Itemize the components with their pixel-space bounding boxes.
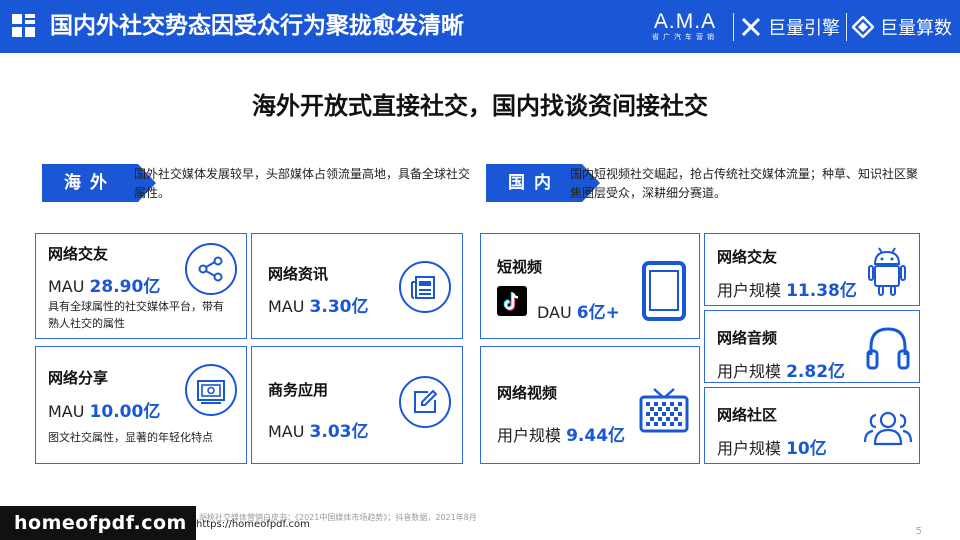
domestic-tag: 国内	[486, 164, 600, 202]
ama-logo-text: A.M.A	[653, 10, 717, 33]
slide-subtitle: 海外开放式直接社交，国内找谈资间接社交	[252, 92, 708, 120]
metric-value: 9.44亿	[566, 426, 626, 446]
domestic-card-audio: 网络音频 用户规模 2.82亿	[704, 310, 920, 383]
domestic-card-short-video: 短视频 DAU 6亿+	[480, 233, 700, 339]
card-title: 网络分享	[48, 369, 109, 387]
card-metric: 用户规模 10亿	[717, 434, 827, 459]
metric-label: DAU	[537, 303, 577, 322]
card-metric: MAU 3.03亿	[268, 417, 369, 442]
overseas-card-business: 商务应用 MAU 3.03亿	[251, 346, 463, 464]
card-metric: 用户规模 9.44亿	[497, 421, 625, 446]
card-metric: MAU 3.30亿	[268, 292, 369, 317]
metric-value: 6亿+	[576, 303, 620, 323]
domestic-card-networking: 网络交友 用户规模 11.38亿	[704, 233, 920, 306]
card-metric: 用户规模 11.38亿	[717, 276, 857, 301]
tiktok-icon	[497, 286, 527, 316]
slide: 国内外社交势态因受众行为聚拢愈发清晰 A.M.A 省广汽车营销 巨量引擎 巨量算…	[0, 0, 960, 540]
brand-divider	[733, 13, 734, 41]
brand-divider	[846, 13, 847, 41]
tablet-icon	[642, 261, 686, 321]
card-metric: 用户规模 2.82亿	[717, 357, 845, 382]
ocean-engine-name: 巨量引擎	[768, 17, 840, 39]
tv-icon	[639, 388, 689, 433]
card-title: 网络交友	[48, 245, 109, 263]
card-title: 短视频	[497, 258, 543, 276]
card-title: 网络资讯	[268, 265, 329, 283]
page-number: 5	[915, 526, 922, 537]
metric-label: MAU	[268, 422, 310, 441]
metric-label: MAU	[268, 297, 310, 316]
card-title: 网络社区	[717, 406, 778, 424]
card-note: 具有全球属性的社交媒体平台，带有熟人社交的属性	[48, 300, 224, 330]
watermark: homeofpdf.com	[0, 506, 196, 540]
metric-value: 28.90亿	[89, 277, 161, 297]
ama-logo: A.M.A 省广汽车营销	[652, 0, 718, 53]
grid-logo-icon	[12, 14, 36, 38]
share-icon	[185, 243, 237, 295]
card-metric: MAU 10.00亿	[48, 397, 160, 422]
watermark-url[interactable]: https://homeofpdf.com	[196, 519, 310, 530]
overseas-description: 国外社交媒体发展较早，头部媒体占领流量高地，具备全球社交属性。	[134, 167, 471, 200]
page-title: 国内外社交势态因受众行为聚拢愈发清晰	[50, 13, 464, 39]
header-bar: 国内外社交势态因受众行为聚拢愈发清晰 A.M.A 省广汽车营销 巨量引擎 巨量算…	[0, 0, 960, 53]
overseas-card-news: 网络资讯 MAU 3.30亿	[251, 233, 463, 339]
metric-label: MAU	[48, 402, 90, 421]
metric-value: 10.00亿	[89, 402, 161, 422]
metric-value: 3.30亿	[309, 297, 369, 317]
ocean-data-icon	[852, 15, 874, 38]
android-icon	[868, 247, 906, 296]
metric-label: 用户规模	[497, 426, 567, 445]
ama-logo-subtext: 省广汽车营销	[652, 33, 718, 41]
headphones-icon	[866, 327, 910, 370]
overseas-tag: 海外	[42, 164, 156, 202]
metric-label: 用户规模	[717, 362, 787, 381]
card-title: 网络视频	[497, 384, 558, 402]
card-title: 网络交友	[717, 248, 778, 266]
metric-label: 用户规模	[717, 281, 787, 300]
metric-label: 用户规模	[717, 439, 787, 458]
ocean-data-name: 巨量算数	[880, 17, 952, 39]
metric-value: 2.82亿	[786, 362, 846, 382]
card-metric: DAU 6亿+	[537, 298, 620, 323]
overseas-card-networking: 网络交友 MAU 28.90亿 具有全球属性的社交媒体平台，带有熟人社交的属性	[35, 233, 247, 339]
card-note: 图文社交属性，显著的年轻化特点	[48, 431, 213, 444]
domestic-description: 国内短视频社交崛起，抢占传统社交媒体流量；种草、知识社区聚焦圈层受众，深耕细分赛…	[570, 167, 919, 200]
ocean-data-logo: 巨量算数	[852, 0, 952, 53]
overseas-card-sharing: 网络分享 MAU 10.00亿 图文社交属性，显著的年轻化特点	[35, 346, 247, 464]
card-title: 网络音频	[717, 329, 778, 347]
ocean-engine-logo: 巨量引擎	[740, 0, 840, 53]
ocean-engine-icon	[741, 17, 761, 36]
edit-icon	[399, 376, 451, 428]
community-icon	[863, 411, 913, 446]
photo-icon	[185, 364, 237, 416]
card-metric: MAU 28.90亿	[48, 272, 160, 297]
domestic-card-community: 网络社区 用户规模 10亿	[704, 387, 920, 464]
metric-value: 3.03亿	[309, 422, 369, 442]
card-title: 商务应用	[268, 381, 329, 399]
domestic-card-online-video: 网络视频 用户规模 9.44亿	[480, 346, 700, 464]
metric-label: MAU	[48, 277, 90, 296]
newspaper-icon	[399, 261, 451, 313]
metric-value: 11.38亿	[786, 281, 857, 301]
metric-value: 10亿	[786, 439, 827, 459]
